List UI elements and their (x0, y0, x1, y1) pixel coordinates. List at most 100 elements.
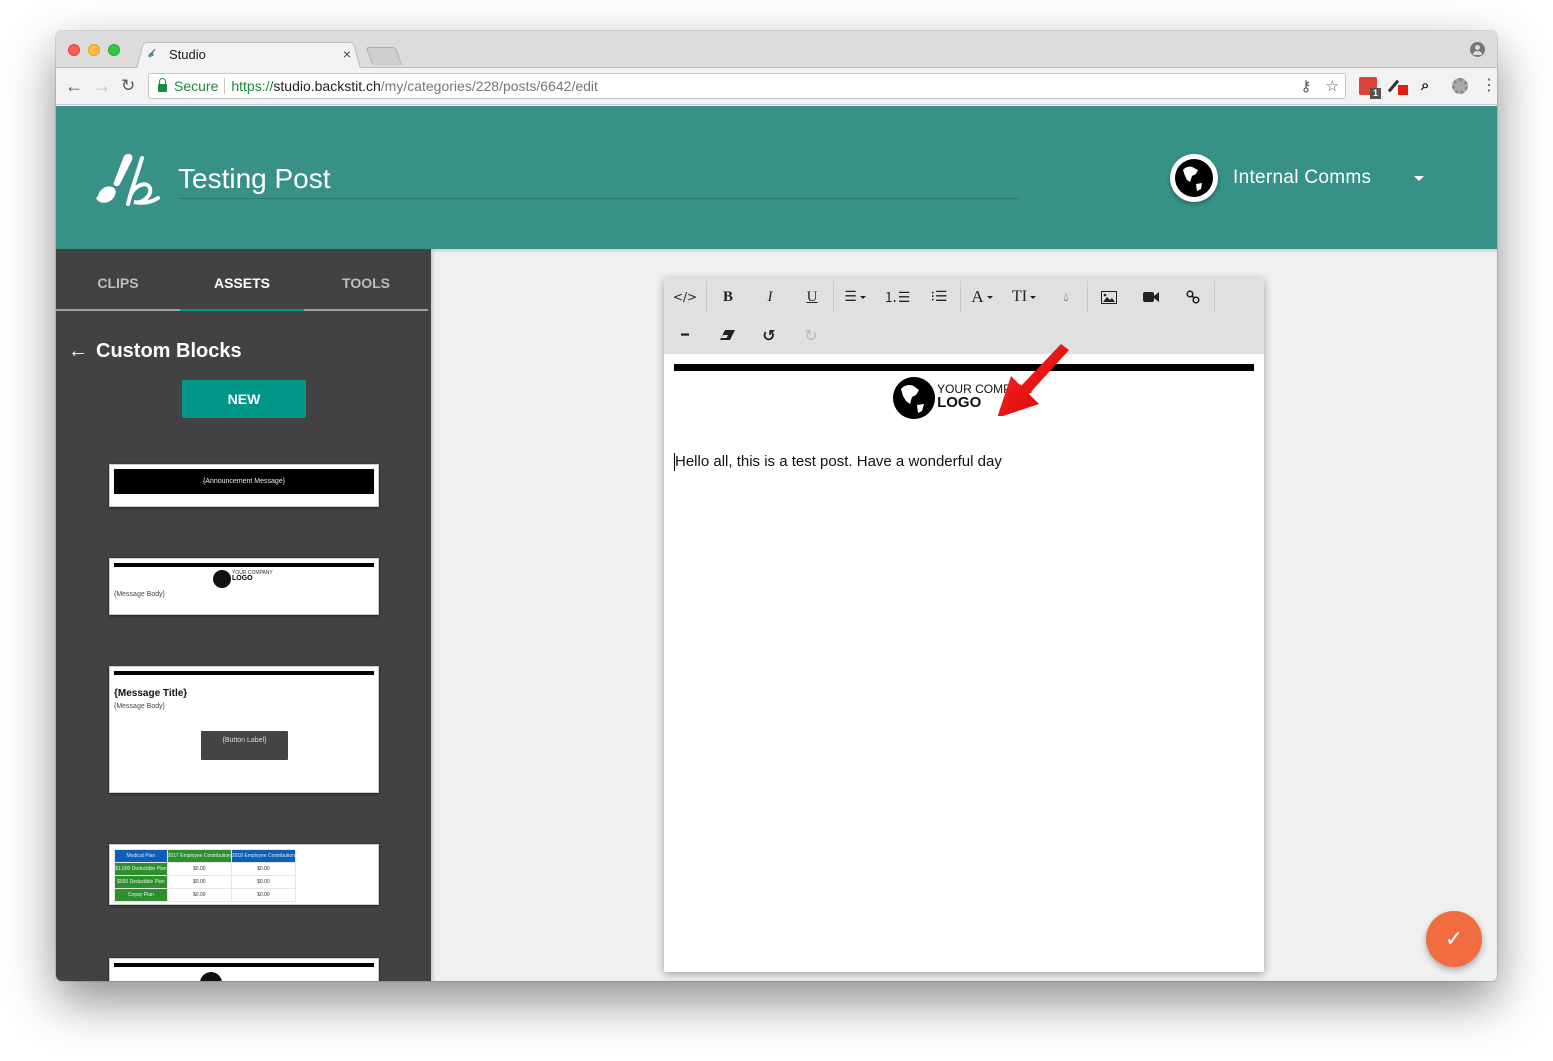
block-logo-partial[interactable] (109, 958, 379, 981)
mini-message-body: {Message Body} (114, 591, 165, 598)
ordered-list-icon: ⒈☰ (883, 290, 911, 306)
content-divider-bar (674, 364, 1254, 371)
sidebar-tabs: CLIPS ASSETS TOOLS (56, 249, 428, 311)
backstitch-logo-icon (96, 153, 160, 206)
url-host: studio.backstit.ch (273, 78, 381, 94)
app-header: Internal Comms (56, 106, 1497, 249)
chevron-down-icon[interactable] (1414, 176, 1424, 181)
font-icon: A (971, 287, 984, 306)
block-title-button[interactable]: {Message Title} {Message Body} {Button L… (109, 666, 379, 793)
close-window-button[interactable] (68, 44, 80, 56)
table-row: $1,000 Deductible Plan $0.00 $0.00 (114, 862, 296, 876)
new-block-button[interactable]: NEW (182, 380, 306, 418)
italic-button[interactable]: I (749, 278, 791, 316)
align-button[interactable]: ☰ (834, 278, 876, 316)
browser-tab-content[interactable]: 𝒷 Studio × (144, 40, 359, 68)
url-path: /my/categories/228/posts/6642/edit (380, 78, 598, 94)
key-icon[interactable]: ⚷ (1301, 77, 1312, 95)
editor-content[interactable]: YOUR COMPANY LOGO Hello all, this is a t… (674, 364, 1254, 471)
address-bar[interactable]: Secure https:// studio.backstit.ch /my/c… (148, 73, 1346, 99)
tab-tools[interactable]: TOOLS (304, 249, 428, 309)
url-scheme: https:// (231, 78, 274, 94)
post-title-input[interactable] (178, 159, 1020, 199)
account-avatar (1170, 154, 1218, 202)
logo-big-text: LOGO (937, 394, 982, 411)
redo-button[interactable]: ↻ (790, 316, 832, 354)
profile-icon[interactable] (1470, 42, 1485, 57)
horizontal-rule-button[interactable]: ━ (664, 316, 706, 354)
back-arrow-icon[interactable]: ← (68, 340, 88, 363)
mini-message-title: {Message Title} (114, 688, 188, 699)
table-cell: $0.00 (230, 875, 296, 889)
color-button[interactable]: 💧︎ (1045, 278, 1087, 316)
caret-down-icon (859, 295, 866, 299)
minimize-window-button[interactable] (88, 44, 100, 56)
color-picker-icon[interactable] (1390, 77, 1408, 95)
omnibox-divider (224, 78, 226, 94)
gear-extension-icon[interactable] (1452, 78, 1468, 94)
mini-logo: YOUR COMPANY LOGO (213, 570, 273, 588)
caret-down-icon (986, 295, 993, 299)
tab-assets[interactable]: ASSETS (180, 249, 304, 311)
bold-button[interactable]: B (707, 278, 749, 316)
tab-close-icon[interactable]: × (343, 46, 351, 62)
reload-icon[interactable]: ↻ (121, 77, 135, 95)
unordered-list-button[interactable]: ⁝☰ (918, 278, 960, 316)
undo-button[interactable]: ↺ (748, 316, 790, 354)
insert-video-button[interactable] (1130, 278, 1172, 316)
table-row: Copay Plan $0.00 $0.00 (114, 888, 296, 902)
mini-logo-big: LOGO (232, 575, 253, 582)
table-cell: $0.00 (166, 875, 232, 889)
search-extension-icon[interactable]: ⌕ (1421, 77, 1439, 95)
account-name: Internal Comms (1233, 167, 1372, 188)
droplet-icon: 💧︎ (1063, 289, 1069, 304)
table-header: 2017 Employee Contribution (166, 849, 232, 863)
star-icon[interactable]: ☆ (1326, 77, 1339, 95)
font-family-button[interactable]: A (961, 278, 1003, 316)
studio-favicon-icon: 𝒷 (148, 48, 153, 60)
mini-button: {Button Label} (201, 731, 288, 760)
block-divider (114, 563, 374, 567)
post-body-text[interactable]: Hello all, this is a test post. Have a w… (674, 453, 1254, 471)
extension-badge: 1 (1370, 88, 1381, 99)
table-cell: $500 Deductible Plan (114, 875, 168, 889)
rich-text-editor: </> B I U ☰ ⒈☰ ⁝☰ A TI 💧︎ ━ ↺ ↻ YOUR COM… (664, 278, 1264, 972)
menu-dots-icon[interactable]: ⋮ (1481, 77, 1497, 95)
tab-clips[interactable]: CLIPS (56, 249, 180, 309)
new-tab-button[interactable] (365, 47, 403, 65)
insert-link-button[interactable] (1172, 278, 1214, 316)
forward-arrow-icon[interactable]: → (93, 77, 111, 95)
video-icon (1143, 292, 1159, 302)
block-logo-body[interactable]: YOUR COMPANY LOGO {Message Body} (109, 558, 379, 615)
block-divider (114, 671, 374, 675)
table-cell: $0.00 (166, 888, 232, 902)
caret-down-icon (1030, 295, 1037, 299)
link-icon (1186, 290, 1200, 304)
table-cell: $1,000 Deductible Plan (114, 862, 168, 876)
ordered-list-button[interactable]: ⒈☰ (876, 278, 918, 316)
code-view-button[interactable]: </> (664, 278, 706, 316)
save-fab-button[interactable]: ✓ (1426, 911, 1482, 967)
maximize-window-button[interactable] (108, 44, 120, 56)
table-cell: $0.00 (230, 888, 296, 902)
toolbar-divider (1214, 281, 1215, 313)
account-switcher[interactable]: Internal Comms (1170, 154, 1424, 202)
back-arrow-icon[interactable]: ← (65, 77, 83, 95)
table-header: Medical Plan (114, 849, 168, 863)
mail-extension-icon[interactable]: 1 (1359, 77, 1381, 99)
block-medical-table[interactable]: Medical Plan 2017 Employee Contribution … (109, 844, 379, 905)
secure-label: Secure (174, 78, 219, 94)
table-cell: $0.00 (230, 862, 296, 876)
editor-toolbar: </> B I U ☰ ⒈☰ ⁝☰ A TI 💧︎ ━ ↺ ↻ (664, 278, 1264, 354)
underline-button[interactable]: U (791, 278, 833, 316)
custom-blocks-back[interactable]: ← Custom Blocks (68, 340, 242, 363)
clear-format-button[interactable] (706, 316, 748, 354)
announcement-text: {Announcement Message} (114, 469, 374, 494)
eraser-icon (719, 330, 735, 340)
browser-window: 𝒷 Studio × ← → ↻ Secure https:// studio.… (56, 31, 1497, 981)
mini-table: Medical Plan 2017 Employee Contribution … (114, 849, 296, 902)
block-announcement[interactable]: {Announcement Message} (109, 464, 379, 507)
browser-toolbar: ← → ↻ Secure https:// studio.backstit.ch… (56, 68, 1497, 105)
insert-image-button[interactable] (1088, 278, 1130, 316)
font-size-button[interactable]: TI (1003, 278, 1045, 316)
